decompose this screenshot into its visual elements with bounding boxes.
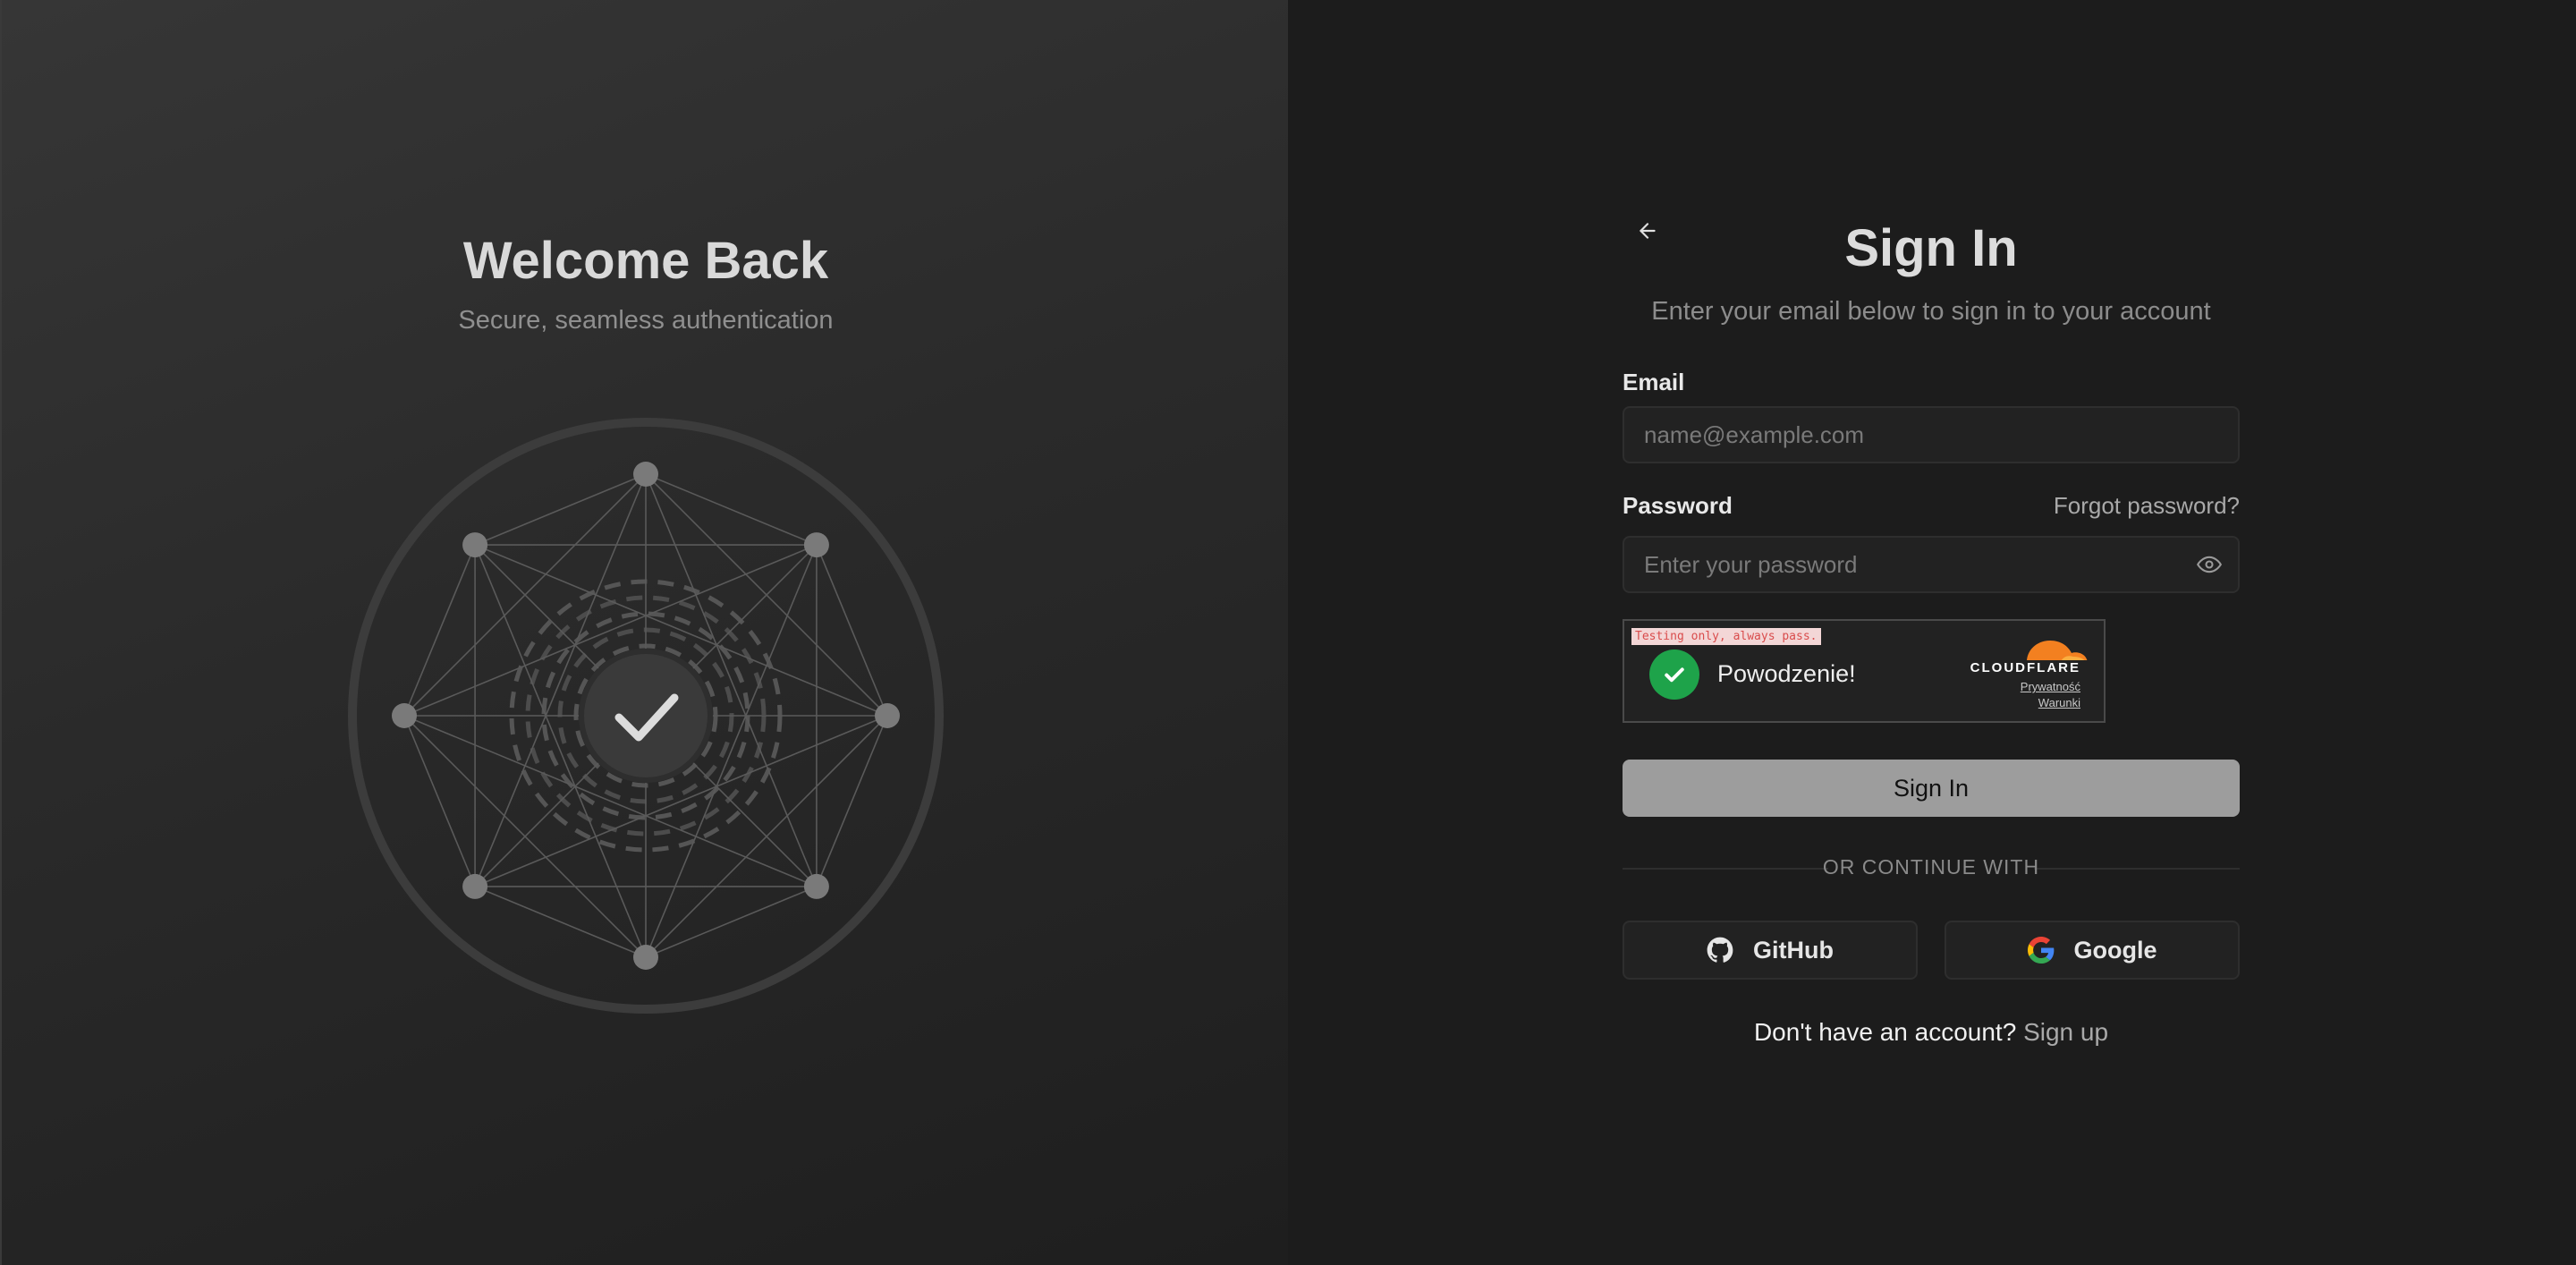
captcha-terms-link[interactable]: Warunki: [2038, 696, 2080, 709]
github-button[interactable]: GitHub: [1623, 921, 1918, 980]
network-node: [462, 873, 488, 899]
toggle-password-visibility-button[interactable]: [2191, 549, 2227, 580]
eye-icon: [2197, 556, 2222, 573]
no-account-text: Don't have an account?: [1753, 1018, 2017, 1046]
hero-title: Welcome Back: [462, 232, 829, 290]
cloudflare-logo-text: CLOUDFLARE: [1970, 660, 2080, 675]
page-title: Sign In: [1844, 219, 2018, 277]
signup-prompt: Don't have an account? Sign up: [1623, 1018, 2240, 1047]
password-field[interactable]: [1623, 536, 2240, 593]
captcha-widget: Testing only, always pass. Powodzenie! C…: [1623, 619, 2106, 723]
captcha-test-banner: Testing only, always pass.: [1631, 628, 1821, 645]
captcha-status: Powodzenie!: [1717, 660, 1856, 687]
divider-label: OR CONTINUE WITH: [1822, 855, 2040, 879]
hero-panel: Welcome Back Secure, seamless authentica…: [0, 0, 1288, 1265]
google-button-label: Google: [2073, 936, 2157, 964]
page-subtitle: Enter your email below to sign in to you…: [1651, 297, 2211, 326]
github-icon: [1707, 937, 1733, 963]
github-button-label: GitHub: [1753, 936, 1834, 964]
password-label: Password: [1623, 492, 1733, 519]
forgot-password-link[interactable]: Forgot password?: [2054, 492, 2240, 520]
email-label: Email: [1623, 369, 1685, 395]
google-icon: [2027, 937, 2054, 964]
center-badge: [579, 649, 713, 783]
captcha-privacy-link[interactable]: Prywatność: [2021, 680, 2080, 693]
email-field[interactable]: [1623, 406, 2240, 463]
sign-in-button[interactable]: Sign In: [1623, 760, 2240, 817]
hero-subtitle: Secure, seamless authentication: [458, 306, 834, 335]
network-node: [803, 532, 829, 558]
shield-network-icon: [348, 418, 944, 1014]
network-node: [462, 532, 488, 558]
network-node: [803, 873, 829, 899]
captcha-success-check[interactable]: [1649, 649, 1699, 700]
google-button[interactable]: Google: [1945, 921, 2240, 980]
network-node: [633, 945, 658, 970]
network-node: [633, 462, 658, 487]
network-node: [392, 703, 417, 728]
network-node: [875, 703, 900, 728]
checkmark-icon: [1665, 667, 1684, 683]
sign-up-link[interactable]: Sign up: [2023, 1018, 2108, 1046]
